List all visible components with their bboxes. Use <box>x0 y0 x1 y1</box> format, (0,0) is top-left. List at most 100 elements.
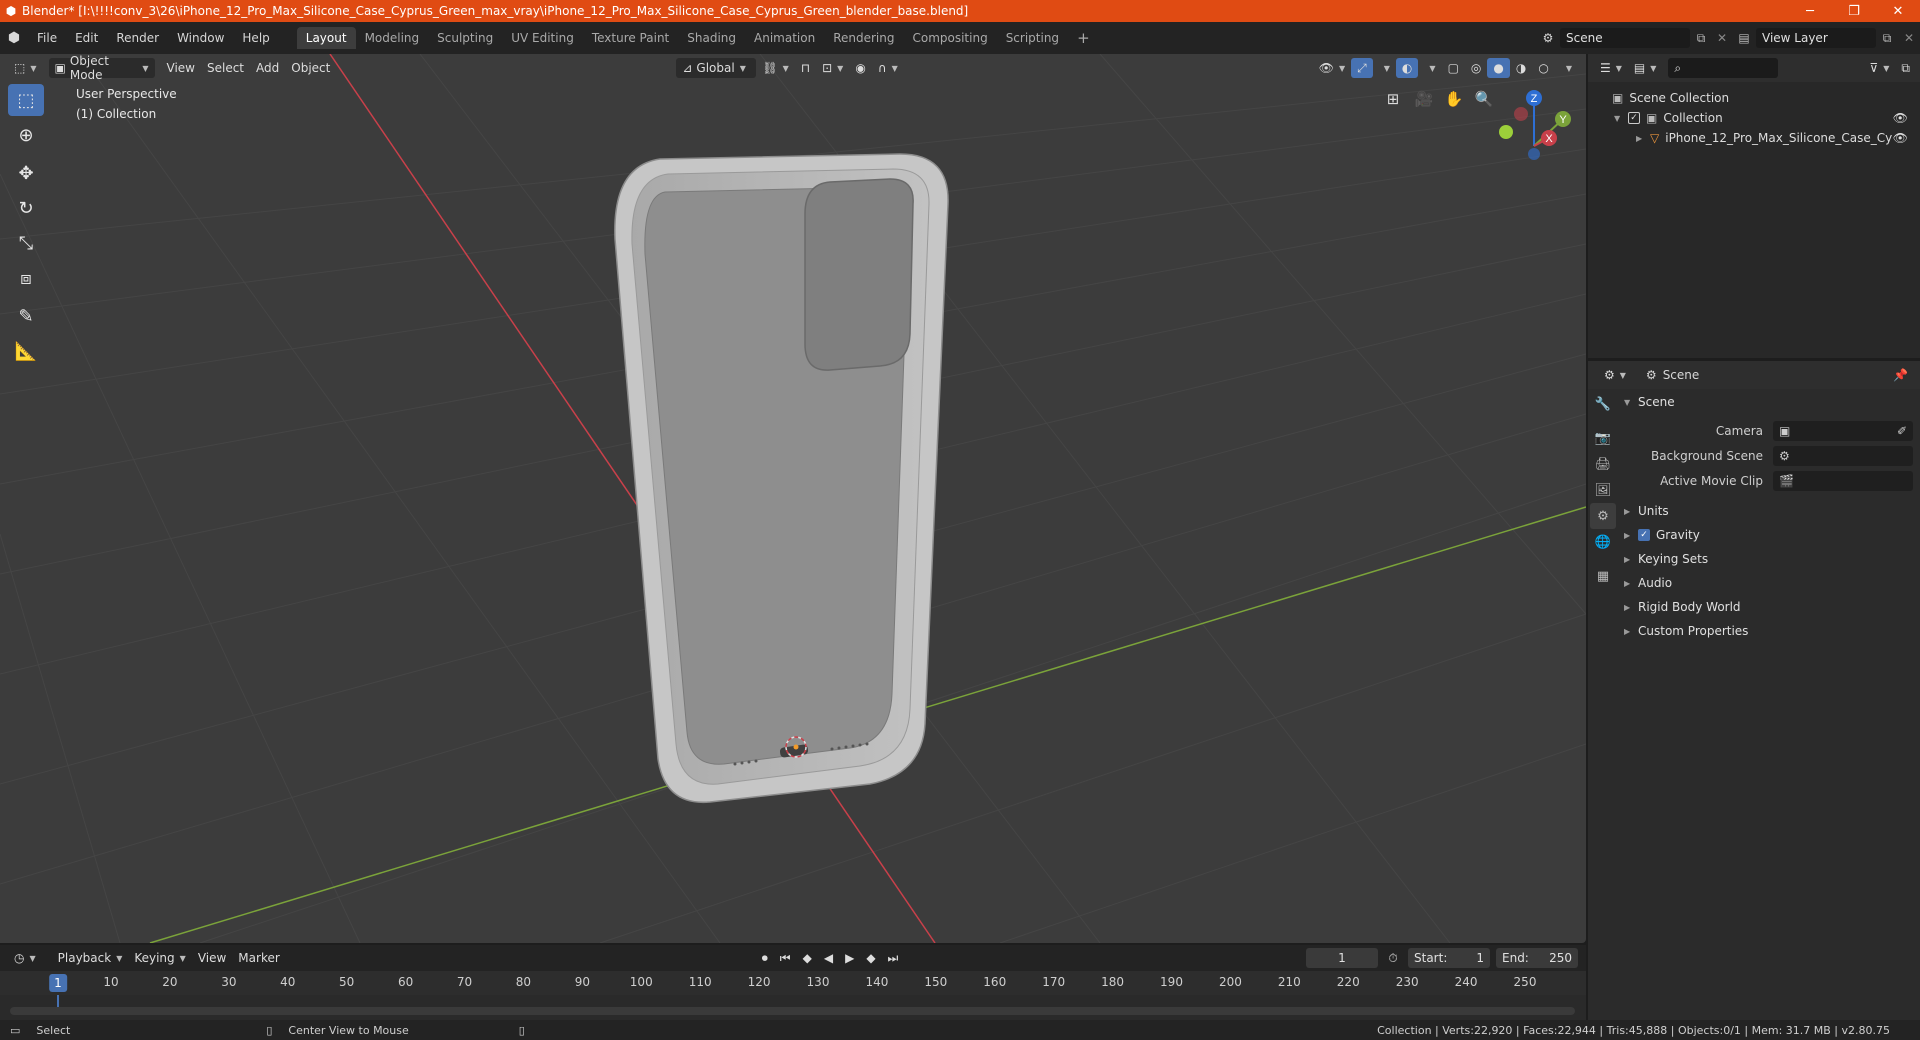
scene-tab-icon[interactable]: ⚙ <box>1590 503 1616 529</box>
expand-arrow-icon[interactable]: ▶ <box>1636 134 1650 143</box>
select-box-tool-icon[interactable]: ⬚ <box>8 84 44 116</box>
scene-selector[interactable]: Scene <box>1560 28 1690 48</box>
transform-orientation-dropdown[interactable]: ⊿ Global ▼ <box>676 58 757 78</box>
collapse-arrow-icon[interactable]: ▶ <box>1624 603 1638 612</box>
keying-sets-panel[interactable]: ▶ Keying Sets <box>1624 548 1708 570</box>
audio-panel[interactable]: ▶ Audio <box>1624 572 1672 594</box>
tab-compositing[interactable]: Compositing <box>903 27 996 49</box>
tab-rendering[interactable]: Rendering <box>824 27 903 49</box>
timeline-scrollbar[interactable] <box>10 1007 1575 1015</box>
menu-keying[interactable]: Keying ▼ <box>128 948 191 968</box>
menu-add[interactable]: Add <box>250 58 285 78</box>
play-reverse-icon[interactable]: ◀ <box>818 948 839 968</box>
timeline-ruler[interactable]: 10 20 30 40 50 60 70 80 90 100 110 120 130 140 150 160 1… <box>0 971 1586 995</box>
new-scene-icon[interactable]: ⧉ <box>1690 31 1712 46</box>
xray-toggle-icon[interactable]: ▢ <box>1442 58 1465 78</box>
remove-scene-icon[interactable]: ✕ <box>1712 31 1732 45</box>
playhead-frame-label[interactable]: 1 <box>49 974 67 992</box>
start-frame-field[interactable]: Start: 1 <box>1408 948 1490 968</box>
collapse-arrow-icon[interactable]: ▶ <box>1624 555 1638 564</box>
properties-editor[interactable]: ⚙ ▼ ⚙ Scene 📌 🔧 📷 🖨 🖼 ⚙ 🌐 ▦ ▼ Scene Camer… <box>1588 361 1920 1021</box>
next-keyframe-icon[interactable]: ◆ <box>860 948 881 968</box>
play-icon[interactable]: ▶ <box>839 948 860 968</box>
timeline-editor-type-icon[interactable]: ◷ ▼ <box>8 948 42 968</box>
restore-button[interactable]: ❐ <box>1832 0 1876 22</box>
measure-tool-icon[interactable]: 📐 <box>8 335 44 367</box>
tab-sculpting[interactable]: Sculpting <box>428 27 502 49</box>
blender-menu-icon[interactable]: ⬢ <box>0 30 28 46</box>
eyedropper-icon[interactable]: ✐ <box>1897 424 1907 438</box>
rotate-tool-icon[interactable]: ↻ <box>8 192 44 224</box>
shading-dropdown-icon[interactable]: ▼ <box>1555 58 1578 78</box>
minimize-button[interactable]: ─ <box>1788 0 1832 22</box>
tab-scripting[interactable]: Scripting <box>997 27 1068 49</box>
scene-icon[interactable]: ⚙ <box>1536 31 1560 45</box>
material-shading-icon[interactable]: ◑ <box>1510 58 1532 78</box>
eye-icon[interactable]: 👁 <box>1893 131 1908 145</box>
visibility-icon[interactable]: 👁 ▼ <box>1313 58 1351 78</box>
snap-element-icon[interactable]: ⊡ ▼ <box>816 58 849 78</box>
menu-file[interactable]: File <box>28 26 66 50</box>
menu-view[interactable]: View <box>161 58 201 78</box>
tab-texture-paint[interactable]: Texture Paint <box>583 27 678 49</box>
collapse-arrow-icon[interactable]: ▶ <box>1624 579 1638 588</box>
annotate-tool-icon[interactable]: ✎ <box>8 300 44 332</box>
tool-tab-icon[interactable]: 🔧 <box>1590 391 1616 417</box>
view-layer-selector[interactable]: View Layer <box>1756 28 1876 48</box>
timeline-editor[interactable]: ◷ ▼ Playback ▼ Keying ▼ View Marker ⏺ ⏮ ◆ ◀… <box>0 945 1586 1023</box>
units-panel[interactable]: ▶ Units <box>1624 500 1669 522</box>
add-workspace-button[interactable]: + <box>1068 27 1099 49</box>
world-tab-icon[interactable]: 🌐 <box>1590 529 1616 555</box>
falloff-icon[interactable]: ∩ ▼ <box>872 58 904 78</box>
outliner-collection[interactable]: ▼ ✓ ▣ Collection 👁 <box>1588 108 1920 128</box>
camera-field[interactable]: ▣ ✐ <box>1773 421 1913 441</box>
rigid-body-world-panel[interactable]: ▶ Rigid Body World <box>1624 596 1741 618</box>
tab-layout[interactable]: Layout <box>296 27 356 49</box>
iphone-case-model[interactable] <box>614 153 949 804</box>
tab-animation[interactable]: Animation <box>745 27 824 49</box>
rendered-shading-icon[interactable]: ○ <box>1532 58 1554 78</box>
eye-icon[interactable]: 👁 <box>1893 111 1908 125</box>
outliner-object[interactable]: ▶ ▽ iPhone_12_Pro_Max_Silicone_Case_Cypr… <box>1588 128 1920 148</box>
expand-arrow-icon[interactable]: ▼ <box>1624 398 1638 407</box>
menu-timeline-view[interactable]: View <box>192 948 232 968</box>
menu-window[interactable]: Window <box>168 26 233 50</box>
menu-help[interactable]: Help <box>233 26 278 50</box>
menu-edit[interactable]: Edit <box>66 26 107 50</box>
prev-keyframe-icon[interactable]: ◆ <box>797 948 818 968</box>
outliner-editor[interactable]: ☰ ▼ ▤ ▼ ⌕ ⊽ ▼ ⧉ ▣ Scene Collection ▼ ✓ ▣ Co… <box>1588 54 1920 358</box>
pan-view-hand-icon[interactable]: ✋ <box>1440 85 1468 113</box>
mode-dropdown[interactable]: ▣ Object Mode ▼ <box>48 54 155 82</box>
record-icon[interactable]: ⏺ <box>756 948 774 968</box>
editor-type-button[interactable]: ⬚ ▼ <box>8 58 43 78</box>
scene-panel-header[interactable]: ▼ Scene <box>1624 391 1675 413</box>
gizmos-dropdown-icon[interactable]: ▼ <box>1373 58 1396 78</box>
outliner-search-input[interactable]: ⌕ <box>1668 58 1779 78</box>
menu-object[interactable]: Object <box>285 58 336 78</box>
pin-icon[interactable]: 📌 <box>1893 368 1908 382</box>
texture-tab-icon[interactable]: ▦ <box>1590 563 1616 589</box>
outliner-scene-collection[interactable]: ▣ Scene Collection <box>1588 88 1920 108</box>
menu-render[interactable]: Render <box>107 26 168 50</box>
checkbox-icon[interactable]: ✓ <box>1628 112 1640 124</box>
snap-icon[interactable]: ⊓ <box>795 58 816 78</box>
menu-select[interactable]: Select <box>201 58 250 78</box>
transform-tool-icon[interactable]: ⧈ <box>8 262 44 294</box>
end-frame-field[interactable]: End: 250 <box>1496 948 1578 968</box>
stopwatch-icon[interactable]: ⏱ <box>1378 951 1408 966</box>
overlays-dropdown-icon[interactable]: ▼ <box>1418 58 1441 78</box>
close-button[interactable]: ✕ <box>1876 0 1920 22</box>
collapse-arrow-icon[interactable]: ▶ <box>1624 627 1638 636</box>
solid-shading-icon[interactable]: ● <box>1487 58 1510 78</box>
jump-start-icon[interactable]: ⏮ <box>774 948 797 968</box>
move-tool-icon[interactable]: ✥ <box>8 157 44 189</box>
display-mode-icon[interactable]: ▤ ▼ <box>1628 58 1663 78</box>
gizmos-toggle-icon[interactable]: ⤢ <box>1351 58 1373 78</box>
collapse-arrow-icon[interactable]: ▶ <box>1624 531 1638 540</box>
tab-modeling[interactable]: Modeling <box>356 27 429 49</box>
gravity-panel[interactable]: ▶ ✓ Gravity <box>1624 524 1700 546</box>
tab-shading[interactable]: Shading <box>678 27 745 49</box>
jump-end-icon[interactable]: ⏭ <box>882 948 905 968</box>
collapse-arrow-icon[interactable]: ▶ <box>1624 507 1638 516</box>
new-view-layer-icon[interactable]: ⧉ <box>1876 31 1898 46</box>
